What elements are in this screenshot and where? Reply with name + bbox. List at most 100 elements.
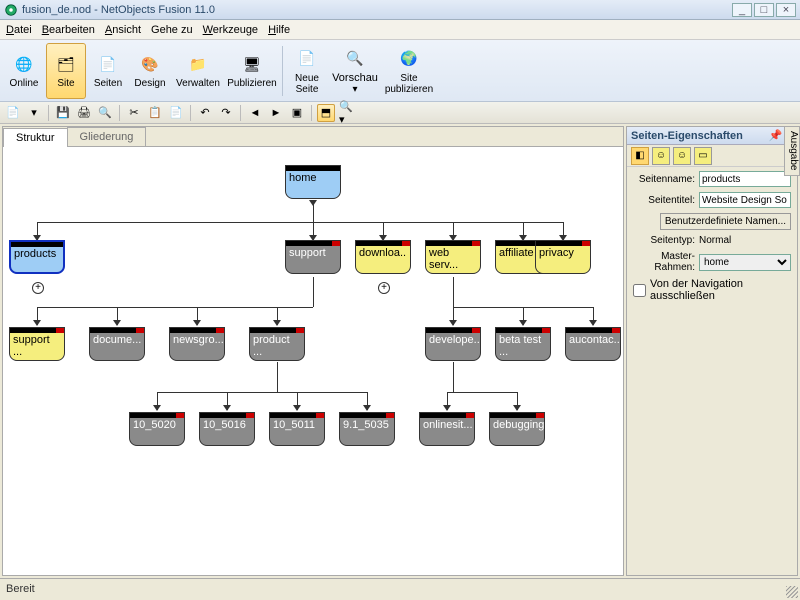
menu-bar: Datei Bearbeiten Ansicht Gehe zu Werkzeu… [0,20,800,40]
menu-ansicht[interactable]: Ansicht [105,24,141,36]
tab-struktur[interactable]: Struktur [3,128,68,147]
ribbon-toolbar: 🌐Online 🗂Site 📄Seiten 🎨Design 📁Verwalten… [0,40,800,102]
ribbon-seiten[interactable]: 📄Seiten [88,43,128,99]
ribbon-separator [282,46,283,96]
node-10-5016[interactable]: 10_5016 [199,412,255,446]
earth-icon: 🌍 [397,47,421,71]
publish-icon: 🖥 [240,52,264,76]
tb-paste[interactable]: 📄 [167,104,185,122]
tb-last[interactable]: ▣ [288,104,306,122]
nav-exclude-label: Von der Navigation ausschließen [650,278,791,302]
menu-gehezu[interactable]: Gehe zu [151,24,193,36]
menu-bearbeiten[interactable]: Bearbeiten [42,24,95,36]
expand-downloa-icon[interactable]: + [378,282,390,294]
ribbon-neue-seite[interactable]: 📄Neue Seite [287,43,327,99]
page-icon: 📄 [96,52,120,76]
node-newsgro[interactable]: newsgro... [169,327,225,361]
seitenname-label: Seitenname: [633,174,695,185]
nav-exclude-row: Von der Navigation ausschließen [633,278,791,302]
node-onlinesit[interactable]: onlinesit... [419,412,475,446]
panel-body: Seitenname: Seitentitel: Benutzerdefinie… [627,167,797,306]
master-label: Master-Rahmen: [633,251,695,273]
panel-tabs: ◧ ☺ ☺ ▭ ▾ [627,145,797,167]
tb-new[interactable]: 📄 [4,104,22,122]
maximize-button[interactable]: □ [754,3,774,17]
design-icon: 🎨 [138,52,162,76]
ribbon-site[interactable]: 🗂Site [46,43,86,99]
node-aucontac[interactable]: aucontac... [565,327,621,361]
tb-zoom-dd[interactable]: 🔍▾ [338,104,356,122]
node-home[interactable]: home [285,165,341,199]
panel-title-bar: Seiten-Eigenschaften 📌 × [627,127,797,145]
ribbon-online[interactable]: 🌐Online [4,43,44,99]
minimize-button[interactable]: _ [732,3,752,17]
globe-icon: 🌐 [12,52,36,76]
tb-redo[interactable]: ↷ [217,104,235,122]
seitenname-input[interactable] [699,171,791,187]
seitentitel-label: Seitentitel: [633,195,695,206]
status-bar: Bereit [0,578,800,598]
node-10-5020[interactable]: 10_5020 [129,412,185,446]
panel-pin-icon[interactable]: 📌 [769,129,783,142]
ribbon-site-publizieren[interactable]: 🌍Site publizieren [383,43,435,99]
status-text: Bereit [6,583,35,595]
properties-panel: Seiten-Eigenschaften 📌 × ◧ ☺ ☺ ▭ ▾ Seite… [626,126,798,576]
node-docume[interactable]: docume... [89,327,145,361]
main-pane: Struktur Gliederung [2,126,624,576]
seitentitel-input[interactable] [699,192,791,208]
node-support[interactable]: support [285,240,341,274]
menu-werkzeuge[interactable]: Werkzeuge [203,24,258,36]
menu-hilfe[interactable]: Hilfe [268,24,290,36]
new-page-icon: 📄 [295,47,319,71]
manage-icon: 📁 [186,52,210,76]
node-product[interactable]: product ... [249,327,305,361]
ptab-4[interactable]: ▭ [694,147,712,165]
node-10-5011[interactable]: 10_5011 [269,412,325,446]
nav-exclude-checkbox[interactable] [633,284,646,297]
window-title: fusion_de.nod - NetObjects Fusion 11.0 [22,4,730,16]
tb-back[interactable]: ◄ [246,104,264,122]
master-select[interactable]: home [699,254,791,271]
ribbon-publizieren[interactable]: 🖥Publizieren [226,43,278,99]
title-bar: fusion_de.nod - NetObjects Fusion 11.0 _… [0,0,800,20]
ribbon-verwalten[interactable]: 📁Verwalten [172,43,224,99]
node-91-5035[interactable]: 9.1_5035 [339,412,395,446]
ptab-page[interactable]: ◧ [631,147,649,165]
node-debugging[interactable]: debugging [489,412,545,446]
tb-preview[interactable]: 🔍 [96,104,114,122]
node-downloa[interactable]: downloa.. [355,240,411,274]
app-icon [4,3,18,17]
tb-cut[interactable]: ✂ [125,104,143,122]
tb-fwd[interactable]: ► [267,104,285,122]
node-webserv[interactable]: web serv... [425,240,481,274]
site-structure-canvas[interactable]: home products + support downloa.. + web … [3,147,623,575]
panel-title: Seiten-Eigenschaften [631,130,743,142]
secondary-toolbar: 📄 ▾ 💾 🖨 🔍 ✂ 📋 📄 ↶ ↷ ◄ ► ▣ ⬒ 🔍▾ [0,102,800,124]
expand-products-icon[interactable]: + [32,282,44,294]
node-privacy[interactable]: privacy [535,240,591,274]
node-support2[interactable]: support ... [9,327,65,361]
node-develope[interactable]: develope... [425,327,481,361]
tb-copy[interactable]: 📋 [146,104,164,122]
ribbon-vorschau[interactable]: 🔍Vorschau ▾ [329,43,381,99]
seitentyp-value: Normal [699,235,731,246]
close-button[interactable]: × [776,3,796,17]
tab-gliederung[interactable]: Gliederung [67,127,147,146]
benutzerdef-button[interactable]: Benutzerdefiniete Namen... [660,213,791,230]
node-betatest[interactable]: beta test ... [495,327,551,361]
menu-datei[interactable]: Datei [6,24,32,36]
resize-grip-icon[interactable] [786,586,798,598]
tb-structure-view[interactable]: ⬒ [317,104,335,122]
seitentyp-label: Seitentyp: [633,235,695,246]
tb-print[interactable]: 🖨 [75,104,93,122]
ribbon-design[interactable]: 🎨Design [130,43,170,99]
ptab-3[interactable]: ☺ [673,147,691,165]
tb-save[interactable]: 💾 [54,104,72,122]
ausgabe-tab[interactable]: Ausgabe [784,126,800,176]
tb-undo[interactable]: ↶ [196,104,214,122]
tb-new-dd[interactable]: ▾ [25,104,43,122]
ptab-2[interactable]: ☺ [652,147,670,165]
sitemap-icon: 🗂 [54,52,78,76]
view-tabs: Struktur Gliederung [3,127,623,147]
node-products[interactable]: products [9,240,65,274]
